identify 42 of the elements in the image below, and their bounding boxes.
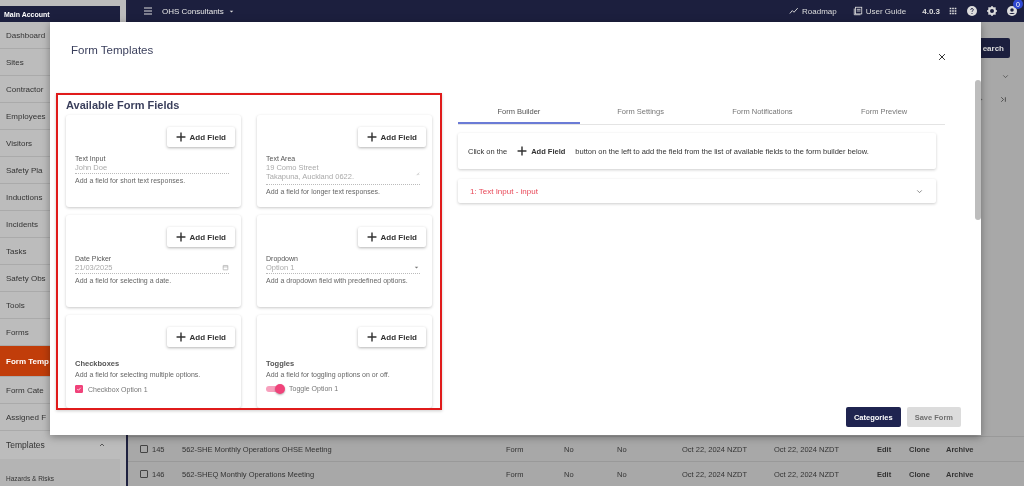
apps-grid-icon bbox=[948, 6, 958, 16]
plus-icon bbox=[175, 332, 186, 342]
book-icon bbox=[852, 6, 863, 16]
plus-icon bbox=[366, 332, 377, 342]
checkmark-icon bbox=[76, 386, 82, 392]
trend-line-icon bbox=[789, 6, 800, 16]
plus-icon bbox=[175, 132, 186, 142]
plus-icon bbox=[366, 132, 377, 142]
add-field-button[interactable]: Add Field bbox=[166, 327, 235, 347]
chevron-down-icon bbox=[1001, 72, 1010, 81]
panel-heading: Available Form Fields bbox=[66, 99, 181, 111]
chevron-up-icon bbox=[98, 441, 106, 449]
row-checkbox[interactable] bbox=[140, 470, 148, 478]
user-icon bbox=[1006, 5, 1018, 17]
close-icon bbox=[937, 52, 947, 62]
add-field-button[interactable]: Add Field bbox=[357, 327, 426, 347]
organization-selector[interactable]: OHS Consultants bbox=[162, 6, 235, 16]
add-field-button[interactable]: Add Field bbox=[357, 127, 426, 147]
toggle-switch[interactable] bbox=[266, 385, 284, 392]
resize-grip-icon bbox=[415, 170, 420, 176]
checkbox[interactable] bbox=[75, 385, 83, 393]
dropdown-arrow-icon bbox=[413, 264, 420, 271]
settings-icon bbox=[986, 5, 998, 17]
add-field-button[interactable]: Add Field bbox=[166, 227, 235, 247]
add-field-button[interactable]: Add Field bbox=[166, 127, 235, 147]
plus-icon bbox=[366, 232, 377, 242]
dialog-title: Form Templates bbox=[70, 43, 155, 58]
last-page-icon bbox=[999, 95, 1008, 104]
header-link[interactable]: Roadmap bbox=[789, 6, 837, 16]
help-icon bbox=[966, 5, 978, 17]
sidebar-group-label: Templates bbox=[6, 440, 45, 450]
scrollbar-thumb[interactable] bbox=[975, 80, 981, 220]
version-label: 4.0.3 bbox=[922, 6, 940, 16]
plus-icon bbox=[517, 146, 528, 156]
calendar-icon bbox=[222, 264, 229, 271]
sidebar-group[interactable]: Templates bbox=[0, 431, 120, 459]
menu-icon bbox=[142, 5, 154, 17]
row-checkbox[interactable] bbox=[140, 445, 148, 453]
add-field-button[interactable]: Add Field bbox=[357, 227, 426, 247]
plus-icon bbox=[175, 232, 186, 242]
form-builder-item[interactable]: 1: Text Input - input bbox=[458, 179, 936, 203]
header-link[interactable]: User Guide bbox=[852, 6, 907, 16]
